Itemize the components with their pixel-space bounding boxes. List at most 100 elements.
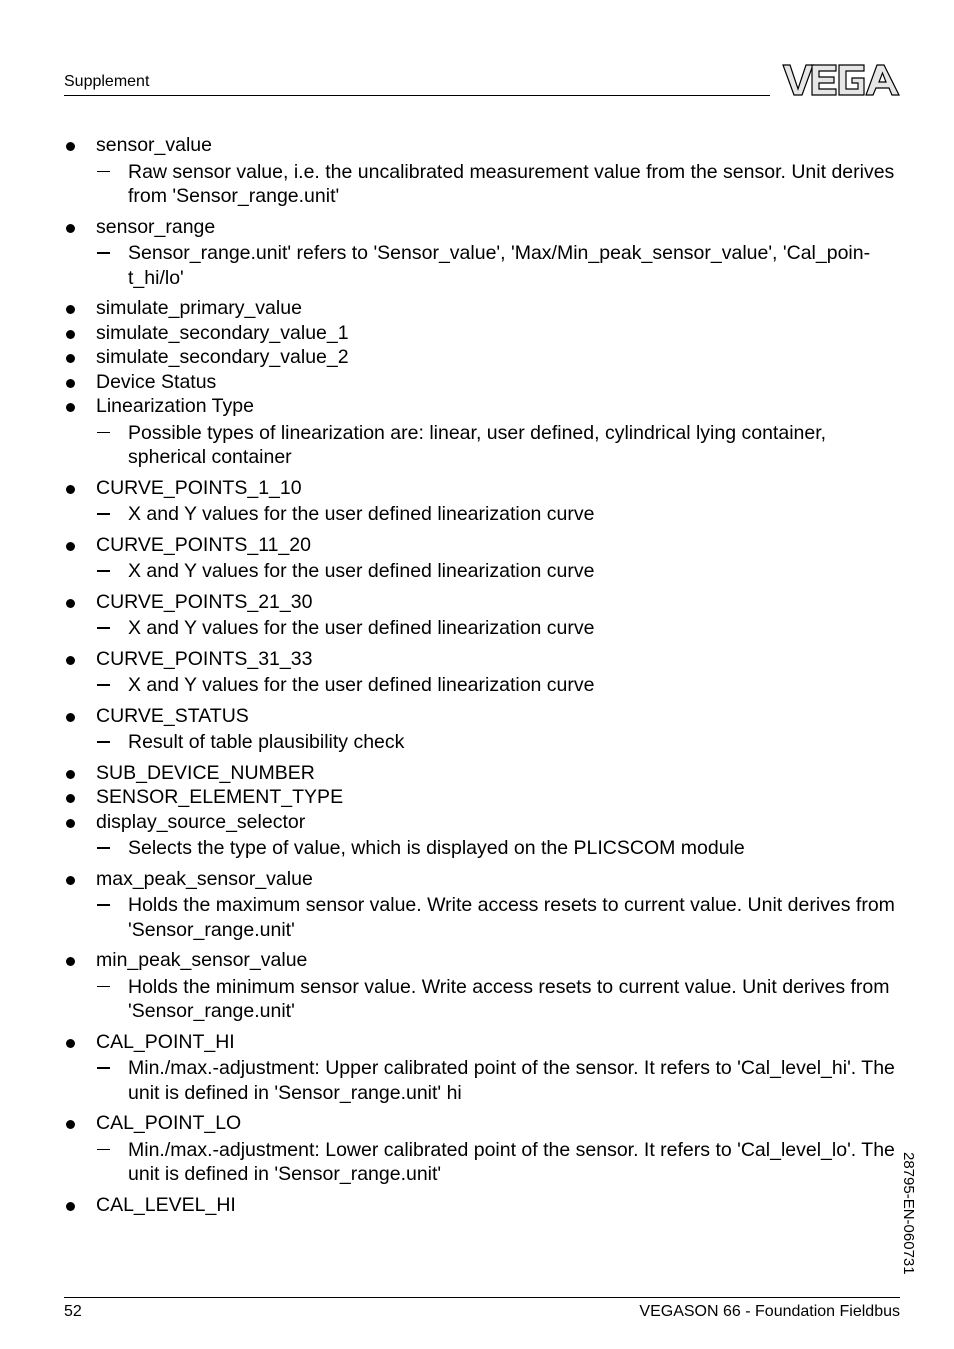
description-text: Min./max.-adjustment: Lower calibrated p…: [128, 1138, 895, 1186]
parameter-name: CURVE_POINTS_1_10: [96, 476, 302, 499]
description-text: Selects the type of value, which is disp…: [128, 837, 745, 859]
list-item: display_source_selector: [64, 810, 904, 835]
list-item: max_peak_sensor_value: [64, 867, 904, 892]
list-item: min_peak_sensor_value: [64, 948, 904, 973]
dash-icon: [97, 1067, 110, 1069]
parameter-description: Raw sensor value, i.e. the uncalibrated …: [64, 160, 904, 209]
parameter-description: Possible types of linearization are: lin…: [64, 421, 904, 470]
description-text: Sensor_range.unit' refers to 'Sensor_val…: [128, 242, 871, 289]
dash-icon: [97, 513, 110, 515]
parameter-description: Result of table plausibility check: [64, 730, 904, 755]
parameter-description: Holds the maximum sensor value. Write ac…: [64, 893, 904, 942]
dash-icon: [97, 847, 110, 849]
bullet-icon: [66, 655, 75, 665]
bullet-icon: [66, 1201, 75, 1211]
header-divider: [64, 95, 770, 96]
parameter-name: CAL_POINT_HI: [96, 1030, 235, 1053]
dash-icon: [97, 1148, 110, 1150]
parameter-name: Linearization Type: [96, 395, 254, 417]
parameter-description: Holds the minimum sensor value. Write ac…: [64, 975, 904, 1024]
description-text: Holds the maximum sensor value. Write ac…: [128, 894, 895, 941]
parameter-name: SUB_DEVICE_NUMBER: [96, 761, 315, 784]
dash-icon: [97, 252, 110, 254]
bullet-icon: [66, 378, 75, 388]
list-item: sensor_value: [64, 133, 904, 158]
parameter-name: simulate_secondary_value_2: [96, 346, 349, 368]
parameter-name: CURVE_POINTS_31_33: [96, 647, 313, 670]
bullet-icon: [66, 1120, 75, 1129]
description-text: Raw sensor value, i.e. the uncalibrated …: [128, 160, 895, 208]
parameter-description: Sensor_range.unit' refers to 'Sensor_val…: [64, 241, 904, 290]
bullet-icon: [66, 769, 75, 779]
description-text: Result of table plausibility check: [128, 731, 405, 753]
bullet-icon: [66, 712, 75, 722]
parameter-description: Min./max.-adjustment: Upper calibrated p…: [64, 1056, 904, 1105]
description-text: X and Y values for the user defined line…: [128, 674, 595, 696]
footer-title: VEGASON 66 - Foundation Fieldbus: [639, 1303, 900, 1320]
dash-icon: [97, 431, 110, 433]
dash-icon: [97, 985, 110, 987]
bullet-icon: [66, 403, 75, 412]
list-item: CAL_POINT_LO: [64, 1111, 904, 1136]
dash-icon: [97, 904, 110, 906]
parameter-name: SENSOR_ELEMENT_TYPE: [96, 786, 344, 808]
bullet-icon: [66, 541, 75, 551]
parameter-description: Selects the type of value, which is disp…: [64, 836, 904, 861]
bullet-icon: [66, 354, 75, 363]
list-item: sensor_range: [64, 215, 904, 240]
footer-divider: [64, 1297, 900, 1298]
parameter-name: CAL_POINT_LO: [96, 1112, 242, 1134]
page-number: 52: [64, 1303, 82, 1320]
description-text: X and Y values for the user defined line…: [128, 617, 595, 639]
list-item: simulate_secondary_value_1: [64, 321, 904, 346]
list-item: CAL_LEVEL_HI: [64, 1193, 904, 1218]
list-item: CAL_POINT_HI: [64, 1030, 904, 1055]
parameter-name: Device Status: [96, 370, 217, 393]
bullet-icon: [66, 875, 75, 885]
description-text: Holds the minimum sensor value. Write ac…: [128, 975, 890, 1023]
list-item: Linearization Type: [64, 394, 904, 419]
dash-icon: [97, 741, 110, 743]
bullet-icon: [66, 484, 75, 494]
list-item: CURVE_POINTS_21_30: [64, 590, 904, 615]
description-text: Possible types of linearization are: lin…: [128, 421, 827, 469]
bullet-icon: [66, 598, 75, 608]
bullet-icon: [66, 1038, 75, 1048]
parameter-name: min_peak_sensor_value: [96, 949, 308, 971]
list-item: simulate_secondary_value_2: [64, 345, 904, 370]
description-text: Min./max.-adjustment: Upper calibrated p…: [128, 1057, 895, 1104]
bullet-icon: [66, 329, 75, 339]
bullet-icon: [66, 818, 75, 828]
bullet-icon: [66, 794, 75, 803]
parameter-name: sensor_value: [96, 134, 212, 156]
list-item: CURVE_POINTS_11_20: [64, 533, 904, 558]
parameter-description: X and Y values for the user defined line…: [64, 559, 904, 584]
list-item: SUB_DEVICE_NUMBER: [64, 761, 904, 786]
bullet-icon: [66, 142, 75, 151]
list-item: CURVE_STATUS: [64, 704, 904, 729]
list-item: Device Status: [64, 370, 904, 395]
description-text: X and Y values for the user defined line…: [128, 560, 595, 582]
document-code: 28795-EN-060731: [900, 1152, 917, 1275]
dash-icon: [97, 627, 110, 629]
bullet-icon: [66, 223, 75, 233]
parameter-name: display_source_selector: [96, 810, 306, 833]
parameter-name: CURVE_STATUS: [96, 704, 249, 727]
bullet-icon: [66, 957, 75, 966]
parameter-description: X and Y values for the user defined line…: [64, 502, 904, 527]
list-item: SENSOR_ELEMENT_TYPE: [64, 785, 904, 810]
parameter-description: Min./max.-adjustment: Lower calibrated p…: [64, 1138, 904, 1187]
parameter-list: sensor_value Raw sensor value, i.e. the u…: [64, 133, 904, 1217]
list-item: CURVE_POINTS_31_33: [64, 647, 904, 672]
vega-logo: [782, 64, 900, 96]
section-title: Supplement: [64, 73, 150, 90]
parameter-name: CURVE_POINTS_21_30: [96, 590, 313, 613]
parameter-name: sensor_range: [96, 215, 216, 238]
description-text: X and Y values for the user defined line…: [128, 503, 595, 525]
parameter-description: X and Y values for the user defined line…: [64, 673, 904, 698]
bullet-icon: [66, 305, 75, 314]
dash-icon: [97, 684, 110, 686]
dash-icon: [97, 570, 110, 572]
parameter-name: CAL_LEVEL_HI: [96, 1193, 236, 1216]
parameter-name: max_peak_sensor_value: [96, 867, 313, 890]
